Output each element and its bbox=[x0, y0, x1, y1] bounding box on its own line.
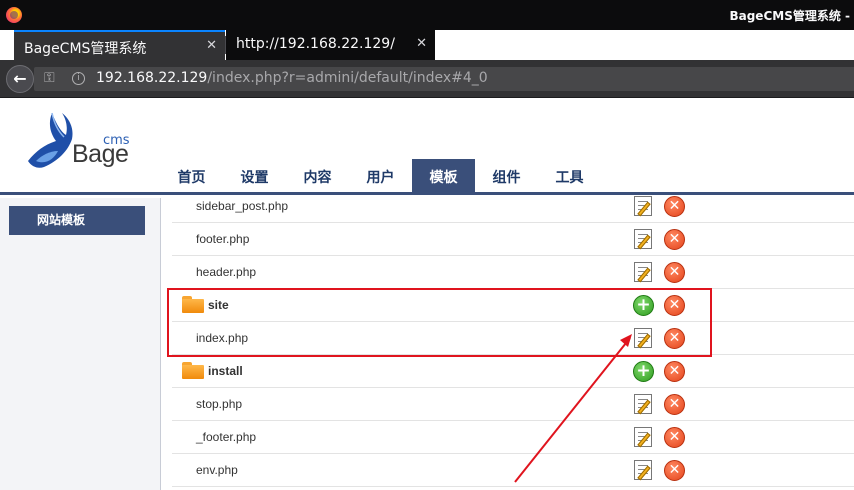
tab-close-icon[interactable]: ✕ bbox=[416, 36, 427, 51]
file-name[interactable]: sidebar_post.php bbox=[196, 199, 288, 213]
folder-name[interactable]: install bbox=[208, 364, 243, 378]
folder-row: site + ✕ bbox=[172, 289, 854, 322]
delete-icon[interactable]: ✕ bbox=[664, 328, 685, 349]
plus-icon[interactable]: + bbox=[633, 361, 654, 382]
url-bar[interactable]: ⚿ i 192.168.22.129/index.php?r=admini/de… bbox=[34, 67, 854, 91]
file-name[interactable]: env.php bbox=[196, 463, 238, 477]
url-host: 192.168.22.129 bbox=[96, 70, 208, 86]
info-icon[interactable]: i bbox=[72, 72, 85, 85]
url-text[interactable]: 192.168.22.129/index.php?r=admini/defaul… bbox=[96, 70, 488, 86]
delete-icon[interactable]: ✕ bbox=[664, 361, 685, 382]
delete-icon[interactable]: ✕ bbox=[664, 394, 685, 415]
edit-icon[interactable] bbox=[634, 262, 652, 283]
tab-bagecms[interactable]: BageCMS管理系统 ✕ bbox=[14, 30, 225, 60]
file-name[interactable]: _footer.php bbox=[196, 430, 256, 444]
url-path: /index.php?r=admini/default/index#4_0 bbox=[207, 70, 488, 86]
new-tab-icon[interactable]: + bbox=[444, 33, 461, 57]
window-title: BageCMS管理系统 - bbox=[729, 9, 850, 23]
delete-icon[interactable]: ✕ bbox=[664, 229, 685, 250]
sidebar-item-site-templates[interactable]: 网站模板 bbox=[9, 206, 145, 235]
folder-icon bbox=[182, 362, 204, 379]
delete-icon[interactable]: ✕ bbox=[664, 262, 685, 283]
file-name[interactable]: stop.php bbox=[196, 397, 242, 411]
key-icon[interactable]: ⚿ bbox=[44, 70, 55, 86]
browser-titlebar: BageCMS管理系统 - bbox=[0, 0, 854, 30]
tab-label: http://192.168.22.129/ bbox=[236, 36, 395, 52]
edit-icon[interactable] bbox=[634, 460, 652, 481]
edit-icon[interactable] bbox=[634, 328, 652, 349]
browser-navbar: ⚿ i 192.168.22.129/index.php?r=admini/de… bbox=[0, 60, 854, 98]
delete-icon[interactable]: ✕ bbox=[664, 196, 685, 217]
sidebar: 网站模板 bbox=[0, 198, 161, 490]
plus-icon[interactable]: + bbox=[633, 295, 654, 316]
file-name[interactable]: header.php bbox=[196, 265, 256, 279]
list-item: _footer.php ✕ bbox=[172, 421, 854, 454]
template-file-list: sidebar_post.php ✕ footer.php ✕ header.p… bbox=[172, 190, 854, 487]
edit-icon[interactable] bbox=[634, 394, 652, 415]
edit-icon[interactable] bbox=[634, 427, 652, 448]
edit-icon[interactable] bbox=[634, 196, 652, 217]
list-item: header.php ✕ bbox=[172, 256, 854, 289]
list-item: stop.php ✕ bbox=[172, 388, 854, 421]
back-arrow-icon[interactable]: ← bbox=[6, 65, 34, 93]
folder-icon bbox=[182, 296, 204, 313]
file-name[interactable]: footer.php bbox=[196, 232, 249, 246]
list-item: footer.php ✕ bbox=[172, 223, 854, 256]
tab-ip[interactable]: http://192.168.22.129/ ✕ bbox=[226, 30, 435, 60]
file-name[interactable]: index.php bbox=[196, 331, 248, 345]
delete-icon[interactable]: ✕ bbox=[664, 427, 685, 448]
firefox-logo-icon bbox=[6, 7, 22, 23]
list-item: env.php ✕ bbox=[172, 454, 854, 487]
folder-name[interactable]: site bbox=[208, 298, 229, 312]
delete-icon[interactable]: ✕ bbox=[664, 295, 685, 316]
edit-icon[interactable] bbox=[634, 229, 652, 250]
logo-name-text: Bage bbox=[72, 140, 129, 168]
delete-icon[interactable]: ✕ bbox=[664, 460, 685, 481]
list-item: sidebar_post.php ✕ bbox=[172, 190, 854, 223]
tab-close-icon[interactable]: ✕ bbox=[206, 38, 217, 53]
tab-label: BageCMS管理系统 bbox=[24, 41, 147, 57]
folder-row: install + ✕ bbox=[172, 355, 854, 388]
list-item: index.php ✕ bbox=[172, 322, 854, 355]
